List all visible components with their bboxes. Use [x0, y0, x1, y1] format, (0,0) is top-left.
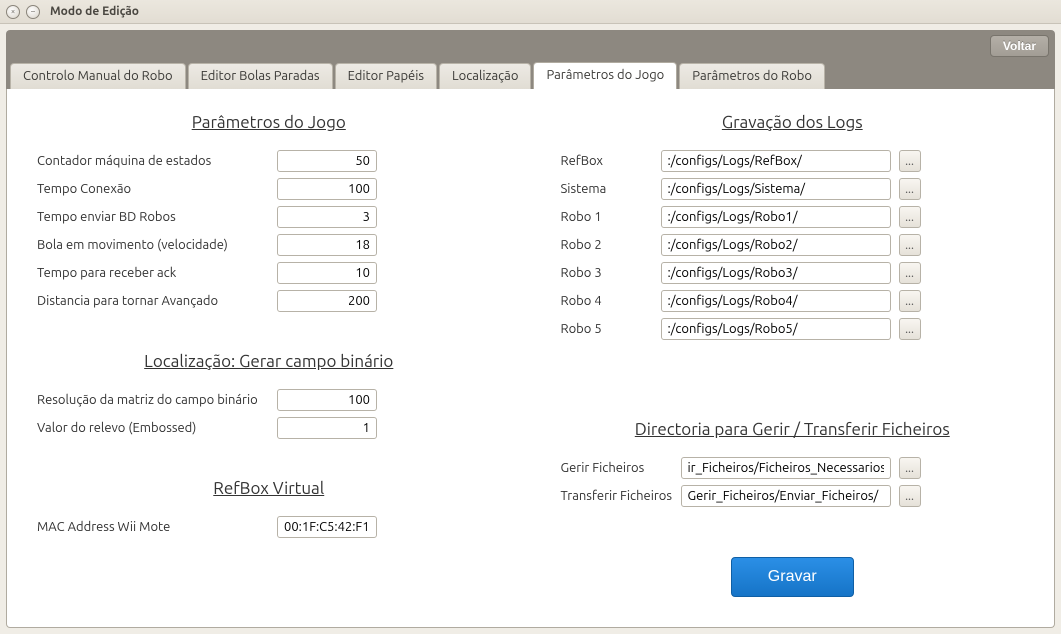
tempo-enviar-bd-input[interactable] [277, 206, 377, 228]
window-close-button[interactable]: × [6, 5, 20, 19]
bola-movimento-input[interactable] [277, 234, 377, 256]
window-controls: × – [6, 5, 40, 19]
field-label: RefBox [561, 154, 661, 168]
tempo-ack-input[interactable] [277, 262, 377, 284]
tab-localizacao[interactable]: Localização [439, 63, 531, 89]
tab-editor-bolas[interactable]: Editor Bolas Paradas [188, 63, 333, 89]
distancia-avancado-input[interactable] [277, 290, 377, 312]
ellipsis-icon: ... [905, 183, 914, 196]
tab-editor-papeis[interactable]: Editor Papéis [335, 63, 437, 89]
ellipsis-icon: ... [905, 490, 914, 503]
window-title: Modo de Edição [50, 5, 139, 18]
browse-button[interactable]: ... [899, 206, 921, 228]
log-robo2-input[interactable] [661, 234, 891, 256]
resolucao-matriz-input[interactable] [277, 389, 377, 411]
top-toolbar: Voltar [6, 30, 1055, 62]
tab-controlo-manual[interactable]: Controlo Manual do Robo [10, 63, 186, 89]
mac-address-input[interactable] [277, 516, 377, 538]
section-directoria-ficheiros: Directoria para Gerir / Transferir Fiche… [561, 420, 1025, 507]
gerir-ficheiros-input[interactable] [681, 457, 891, 479]
field-label: Gerir Ficheiros [561, 461, 681, 475]
log-robo5-input[interactable] [661, 318, 891, 340]
field-label: Resolução da matriz do campo binário [37, 393, 277, 407]
log-robo4-input[interactable] [661, 290, 891, 312]
browse-button[interactable]: ... [899, 150, 921, 172]
ellipsis-icon: ... [905, 462, 914, 475]
section-gravacao-logs: Gravação dos Logs RefBox... Sistema... R… [561, 113, 1025, 340]
log-refbox-input[interactable] [661, 150, 891, 172]
tab-label: Editor Papéis [348, 69, 424, 83]
tab-parametros-robo[interactable]: Parâmetros do Robo [679, 63, 825, 89]
log-sistema-input[interactable] [661, 178, 891, 200]
browse-button[interactable]: ... [899, 290, 921, 312]
log-robo1-input[interactable] [661, 206, 891, 228]
ellipsis-icon: ... [905, 295, 914, 308]
tab-panel: Parâmetros do Jogo Contador máquina de e… [6, 89, 1055, 628]
browse-button[interactable]: ... [899, 318, 921, 340]
tab-label: Controlo Manual do Robo [23, 69, 173, 83]
field-label: Robo 4 [561, 294, 661, 308]
ellipsis-icon: ... [905, 239, 914, 252]
field-label: MAC Address Wii Mote [37, 520, 277, 534]
tabstrip: Controlo Manual do Robo Editor Bolas Par… [6, 62, 1055, 89]
ellipsis-icon: ... [905, 267, 914, 280]
ellipsis-icon: ... [905, 211, 914, 224]
section-localizacao: Localização: Gerar campo binário Resoluç… [37, 352, 501, 439]
field-label: Distancia para tornar Avançado [37, 294, 277, 308]
browse-button[interactable]: ... [899, 178, 921, 200]
section-title: RefBox Virtual [37, 479, 501, 498]
field-label: Transferir Ficheiros [561, 489, 681, 503]
transferir-ficheiros-input[interactable] [681, 485, 891, 507]
field-label: Valor do relevo (Embossed) [37, 421, 277, 435]
field-label: Bola em movimento (velocidade) [37, 238, 277, 252]
browse-button[interactable]: ... [899, 234, 921, 256]
section-parametros-jogo: Parâmetros do Jogo Contador máquina de e… [37, 113, 501, 312]
section-title: Directoria para Gerir / Transferir Fiche… [561, 420, 1025, 439]
field-label: Tempo Conexão [37, 182, 277, 196]
section-title: Gravação dos Logs [561, 113, 1025, 132]
section-title: Localização: Gerar campo binário [37, 352, 501, 371]
section-refbox-virtual: RefBox Virtual MAC Address Wii Mote [37, 479, 501, 538]
tab-parametros-jogo[interactable]: Parâmetros do Jogo [533, 62, 677, 89]
field-label: Robo 2 [561, 238, 661, 252]
titlebar: × – Modo de Edição [0, 0, 1061, 24]
valor-relevo-input[interactable] [277, 417, 377, 439]
field-label: Sistema [561, 182, 661, 196]
tab-label: Parâmetros do Robo [692, 69, 812, 83]
back-button[interactable]: Voltar [990, 35, 1049, 57]
section-title: Parâmetros do Jogo [37, 113, 501, 132]
window-minimize-button[interactable]: – [26, 5, 40, 19]
browse-button[interactable]: ... [899, 485, 921, 507]
field-label: Robo 1 [561, 210, 661, 224]
tempo-conexao-input[interactable] [277, 178, 377, 200]
field-label: Contador máquina de estados [37, 154, 277, 168]
ellipsis-icon: ... [905, 323, 914, 336]
field-label: Robo 5 [561, 322, 661, 336]
tab-label: Localização [452, 69, 518, 83]
tab-label: Editor Bolas Paradas [201, 69, 320, 83]
tab-label: Parâmetros do Jogo [546, 68, 664, 82]
contador-maquina-input[interactable] [277, 150, 377, 172]
log-robo3-input[interactable] [661, 262, 891, 284]
save-button[interactable]: Gravar [731, 557, 854, 597]
field-label: Tempo enviar BD Robos [37, 210, 277, 224]
ellipsis-icon: ... [905, 155, 914, 168]
browse-button[interactable]: ... [899, 457, 921, 479]
field-label: Tempo para receber ack [37, 266, 277, 280]
field-label: Robo 3 [561, 266, 661, 280]
browse-button[interactable]: ... [899, 262, 921, 284]
